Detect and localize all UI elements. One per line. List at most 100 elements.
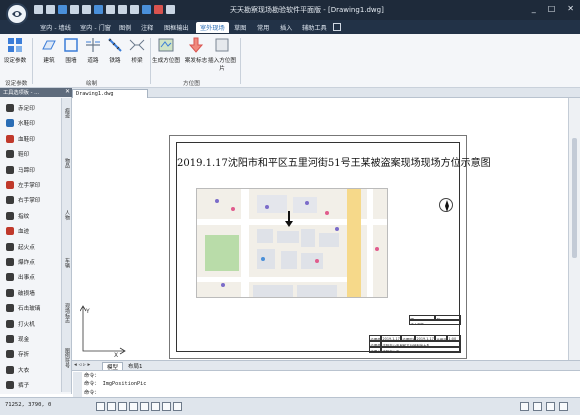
palette-item-2[interactable]: 血鞋印 bbox=[6, 132, 58, 146]
new-file-icon[interactable] bbox=[34, 5, 43, 14]
group-separator bbox=[32, 38, 33, 84]
side-tab-traces[interactable]: 痕迹 bbox=[63, 108, 71, 118]
palette-item-17[interactable]: 大衣 bbox=[6, 363, 58, 377]
command-window[interactable]: 命令： 命令： ImgPositionPic 命令： bbox=[72, 370, 580, 397]
blood-icon bbox=[6, 227, 14, 236]
app-logo-icon[interactable] bbox=[6, 3, 28, 25]
palette-item-4[interactable]: 马蹄印 bbox=[6, 163, 58, 177]
palette-item-label: 水鞋印 bbox=[18, 121, 35, 128]
side-tab-legend-symbols[interactable]: 图例符号 bbox=[63, 348, 71, 368]
palette-item-5[interactable]: 左手掌印 bbox=[6, 178, 58, 192]
otrack-icon[interactable] bbox=[151, 402, 160, 411]
drawing-canvas[interactable]: 2019.1.17沈阳市和平区五里河街51号王某被盗案现场现场方位示意图 图 例… bbox=[72, 98, 568, 360]
maximize-button[interactable]: □ bbox=[548, 4, 556, 13]
bridge-button[interactable]: 桥梁 bbox=[124, 37, 150, 64]
tab-layout1[interactable]: 布局1 bbox=[124, 362, 147, 370]
open-folder-icon[interactable] bbox=[46, 5, 55, 14]
command-input[interactable]: 命令： bbox=[84, 389, 100, 396]
insert-orientation-picture-label: 插入方位图片 bbox=[208, 58, 236, 72]
workspace-icon[interactable] bbox=[533, 402, 542, 411]
palette-item-label: 起火点 bbox=[18, 244, 35, 251]
side-tab-items[interactable]: 物品 bbox=[63, 158, 71, 168]
minimize-button[interactable]: _ bbox=[532, 4, 536, 13]
tab-model[interactable]: 模型 bbox=[102, 362, 124, 371]
tab-insert[interactable]: 插入 bbox=[276, 22, 296, 33]
document-tab[interactable]: Drawing1.dwg bbox=[72, 89, 148, 98]
palette-item-0[interactable]: 赤足印 bbox=[6, 101, 58, 115]
help-icon[interactable] bbox=[166, 5, 175, 14]
coordinate-readout: 71252, 3790, 0 bbox=[5, 402, 52, 408]
tab-sketch[interactable]: 草图 bbox=[230, 22, 250, 33]
palette-item-18[interactable]: 裤子 bbox=[6, 378, 58, 392]
generate-orientation-map-button[interactable]: 生成方位图 bbox=[150, 37, 182, 64]
save-icon[interactable] bbox=[58, 5, 67, 14]
legend-item: 中心现场 bbox=[409, 320, 461, 325]
snap-icon[interactable] bbox=[96, 402, 105, 411]
tab-annotation[interactable]: 注释 bbox=[137, 22, 157, 33]
close-button[interactable]: ✕ bbox=[567, 4, 574, 13]
vertical-scrollbar[interactable] bbox=[568, 98, 580, 360]
palette-item-label: 打火机 bbox=[18, 321, 35, 328]
print-icon[interactable] bbox=[94, 5, 103, 14]
palette-item-8[interactable]: 血迹 bbox=[6, 224, 58, 238]
ortho-icon[interactable] bbox=[118, 402, 127, 411]
palette-item-1[interactable]: 水鞋印 bbox=[6, 116, 58, 130]
tab-frame-output[interactable]: 图框输出 bbox=[160, 22, 193, 33]
stop-icon[interactable] bbox=[154, 5, 163, 14]
sheet-title: 2019.1.17沈阳市和平区五里河街51号王某被盗案现场现场方位示意图 bbox=[177, 158, 491, 169]
tab-aux-tools[interactable]: 辅助工具 bbox=[298, 22, 331, 33]
layout-nav-arrows-icon[interactable]: ◂ ◃ ▹ ▸ bbox=[74, 362, 90, 368]
zoom-icon[interactable] bbox=[118, 5, 127, 14]
palette-item-3[interactable]: 鞋印 bbox=[6, 147, 58, 161]
layer-icon[interactable] bbox=[142, 5, 151, 14]
polar-icon[interactable] bbox=[129, 402, 138, 411]
palette-item-16[interactable]: 存折 bbox=[6, 347, 58, 361]
close-icon[interactable]: ✕ bbox=[65, 88, 70, 95]
tab-indoor-doors[interactable]: 室内 - 门窗 bbox=[76, 22, 115, 33]
side-tab-vehicles[interactable]: 车辆 bbox=[63, 258, 71, 268]
road-label: 道路 bbox=[87, 58, 99, 64]
redo-icon[interactable] bbox=[82, 5, 91, 14]
annotation-scale-icon[interactable] bbox=[520, 402, 529, 411]
pan-icon[interactable] bbox=[106, 5, 115, 14]
palette-item-6[interactable]: 右手掌印 bbox=[6, 193, 58, 207]
set-params-button[interactable]: 设定参数 bbox=[2, 37, 28, 64]
tab-outdoor-scene[interactable]: 室外现场 bbox=[196, 22, 229, 33]
tab-legend[interactable]: 图例 bbox=[115, 22, 135, 33]
palette-item-12[interactable]: 破损墙 bbox=[6, 286, 58, 300]
ribbon-options-icon[interactable] bbox=[333, 23, 341, 31]
palette-item-label: 鞋印 bbox=[18, 152, 30, 159]
side-tab-scene-marks[interactable]: 现场标志 bbox=[63, 303, 71, 323]
insert-picture-icon bbox=[214, 37, 230, 53]
model-space-icon[interactable] bbox=[173, 402, 182, 411]
insert-orientation-picture-button[interactable]: 插入方位图片 bbox=[207, 37, 237, 72]
command-grip[interactable] bbox=[73, 372, 82, 397]
tab-common[interactable]: 常用 bbox=[253, 22, 273, 33]
window-title: 天天勘察现场勘验软件平面版 - [Drawing1.dwg] bbox=[230, 6, 384, 14]
palette-item-10[interactable]: 爆炸点 bbox=[6, 255, 58, 269]
status-bar: 71252, 3790, 0 bbox=[0, 397, 580, 415]
palette-item-label: 马蹄印 bbox=[18, 167, 35, 174]
incident-marker-button[interactable]: 案发标志 bbox=[182, 37, 210, 64]
fullscreen-icon[interactable] bbox=[559, 402, 568, 411]
generate-orientation-map-label: 生成方位图 bbox=[152, 58, 180, 64]
osnap-icon[interactable] bbox=[140, 402, 149, 411]
tab-indoor-walls[interactable]: 室内 - 墙线 bbox=[36, 22, 75, 33]
lock-icon[interactable] bbox=[546, 402, 555, 411]
undo-icon[interactable] bbox=[70, 5, 79, 14]
palette-item-14[interactable]: 打火机 bbox=[6, 317, 58, 331]
title-bar: 天天勘察现场勘验软件平面版 - [Drawing1.dwg] _ □ ✕ bbox=[0, 0, 580, 20]
side-tab-people[interactable]: 人物 bbox=[63, 210, 71, 220]
palette-item-15[interactable]: 现金 bbox=[6, 332, 58, 346]
palette-item-7[interactable]: 指纹 bbox=[6, 209, 58, 223]
palette-item-11[interactable]: 出事点 bbox=[6, 270, 58, 284]
scrollbar-thumb[interactable] bbox=[572, 138, 577, 258]
palette-item-13[interactable]: 石击玻璃 bbox=[6, 301, 58, 315]
orientation-map bbox=[196, 188, 388, 298]
grid-icon[interactable] bbox=[107, 402, 116, 411]
cash-icon bbox=[6, 335, 14, 343]
palette-header[interactable]: 工具选项板 - ... ✕ bbox=[0, 88, 72, 97]
lineweight-icon[interactable] bbox=[162, 402, 171, 411]
palette-item-9[interactable]: 起火点 bbox=[6, 240, 58, 254]
text-icon[interactable] bbox=[130, 5, 139, 14]
